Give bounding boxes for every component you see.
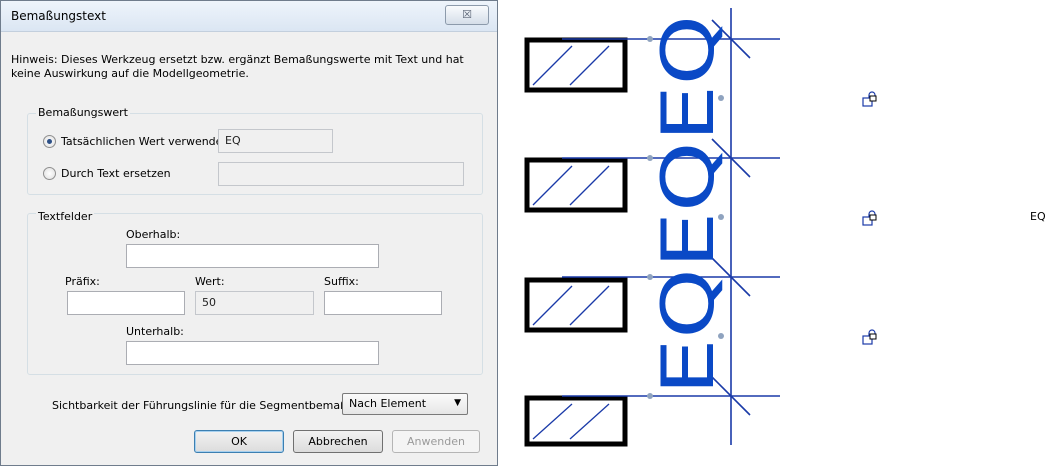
above-label: Oberhalb: xyxy=(126,228,181,241)
text-fields-group-title: Textfelder xyxy=(36,210,95,223)
value-field: 50 xyxy=(195,291,314,315)
dimension-text-dialog: Bemaßungstext ☒ Hinweis: Dieses Werkzeug… xyxy=(0,0,498,466)
suffix-input[interactable] xyxy=(324,291,442,315)
close-button[interactable]: ☒ xyxy=(445,5,489,25)
eq-side-label: EQ xyxy=(1030,210,1046,223)
wall-element[interactable] xyxy=(524,37,628,93)
replace-label: Durch Text ersetzen xyxy=(61,167,171,180)
wall-elements xyxy=(524,37,628,447)
apply-button: Anwenden xyxy=(392,430,480,453)
cancel-button[interactable]: Abbrechen xyxy=(293,430,383,453)
leader-visibility-label: Sichtbarkeit der Führungslinie für die S… xyxy=(52,399,372,412)
leader-visibility-select[interactable]: Nach Element ▼ xyxy=(342,393,468,415)
dimension-text[interactable]: EQEQEQ xyxy=(646,15,730,395)
use-actual-label: Tatsächlichen Wert verwenden xyxy=(61,135,230,148)
replace-with-text-option[interactable]: Durch Text ersetzen xyxy=(43,167,171,180)
close-icon: ☒ xyxy=(462,8,472,21)
dialog-title: Bemaßungstext xyxy=(11,9,106,23)
lock-icon[interactable] xyxy=(862,91,877,107)
wall-element[interactable] xyxy=(524,157,628,213)
ok-button[interactable]: OK xyxy=(194,430,284,453)
actual-value-field: EQ xyxy=(218,129,333,153)
wall-element[interactable] xyxy=(524,395,628,447)
below-input[interactable] xyxy=(126,341,379,365)
hint-text: Hinweis: Dieses Werkzeug ersetzt bzw. er… xyxy=(11,53,464,80)
below-label: Unterhalb: xyxy=(126,325,184,338)
dimension-value-group-title: Bemaßungswert xyxy=(36,106,130,119)
title-bar[interactable]: Bemaßungstext ☒ xyxy=(1,1,497,32)
use-actual-value-option[interactable]: Tatsächlichen Wert verwenden xyxy=(43,135,229,148)
chevron-down-icon: ▼ xyxy=(454,398,461,408)
leader-visibility-value: Nach Element xyxy=(349,397,427,410)
use-actual-radio[interactable] xyxy=(43,135,56,148)
above-input[interactable] xyxy=(126,244,379,268)
prefix-label: Präfix: xyxy=(65,275,100,288)
prefix-input[interactable] xyxy=(67,291,185,315)
value-label: Wert: xyxy=(195,275,225,288)
lock-icon[interactable] xyxy=(862,329,877,345)
replace-radio[interactable] xyxy=(43,167,56,180)
hatch-lines xyxy=(532,45,610,440)
replace-text-field[interactable] xyxy=(218,162,464,186)
lock-icon[interactable] xyxy=(862,210,877,226)
suffix-label: Suffix: xyxy=(324,275,359,288)
drawing-canvas[interactable]: EQEQEQ xyxy=(498,0,1046,470)
wall-element[interactable] xyxy=(524,277,628,333)
